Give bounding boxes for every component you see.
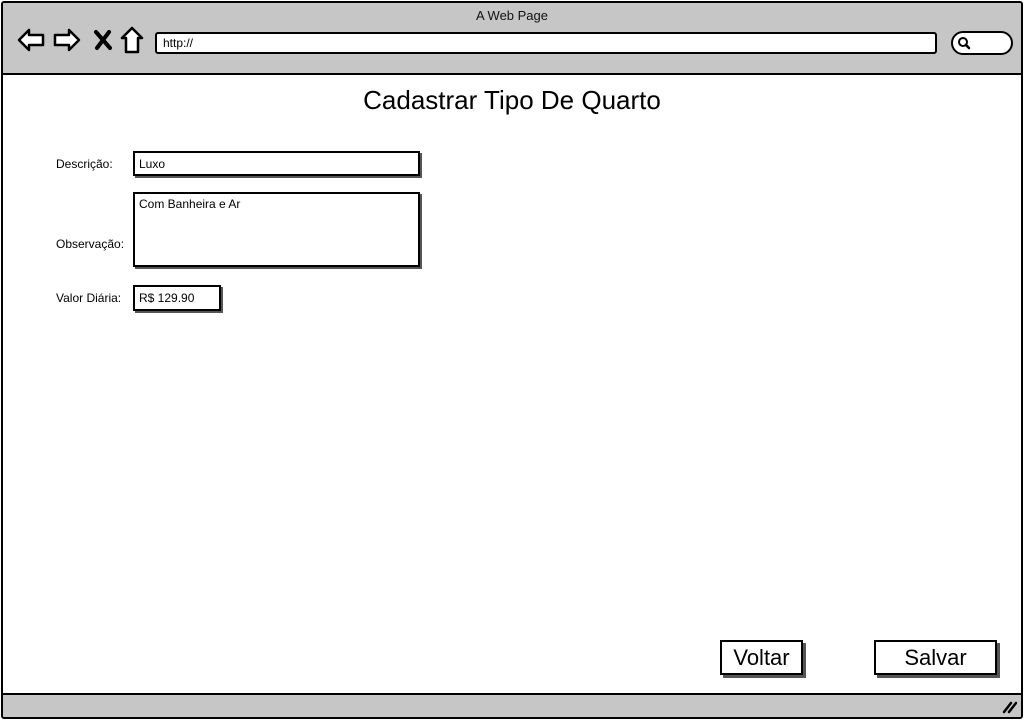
stop-button[interactable] bbox=[88, 25, 118, 55]
resize-grip-icon[interactable] bbox=[1001, 700, 1017, 714]
browser-window: A Web Page http:// Cadastrar Tipo De Qua… bbox=[1, 1, 1023, 719]
browser-toolbar: A Web Page bbox=[3, 3, 1021, 75]
observacao-label: Observação: bbox=[56, 237, 125, 251]
valor-diaria-field[interactable] bbox=[133, 285, 221, 311]
home-icon bbox=[120, 26, 144, 54]
close-icon bbox=[94, 30, 112, 50]
observacao-field[interactable]: Com Banheira e Ar bbox=[133, 192, 420, 267]
arrow-right-icon bbox=[53, 28, 81, 52]
address-bar[interactable] bbox=[155, 32, 937, 54]
descricao-label: Descrição: bbox=[56, 157, 113, 171]
forward-button[interactable] bbox=[52, 25, 82, 55]
window-title: A Web Page bbox=[475, 8, 549, 23]
arrow-left-icon bbox=[17, 28, 45, 52]
back-button[interactable] bbox=[16, 25, 46, 55]
url-input[interactable] bbox=[157, 34, 933, 52]
save-button[interactable]: Salvar bbox=[874, 640, 997, 675]
valor-diaria-label: Valor Diária: bbox=[56, 291, 122, 305]
home-button[interactable] bbox=[117, 25, 147, 55]
back-form-button[interactable]: Voltar bbox=[720, 640, 803, 675]
status-bar bbox=[3, 693, 1021, 717]
search-button[interactable] bbox=[951, 31, 1013, 55]
page-title: Cadastrar Tipo De Quarto bbox=[363, 85, 661, 115]
descricao-field[interactable] bbox=[133, 151, 420, 176]
search-icon bbox=[958, 37, 971, 50]
